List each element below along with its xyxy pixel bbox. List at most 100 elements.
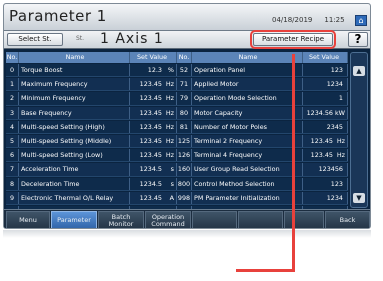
param-value[interactable]: 1234.56 kW [303, 106, 348, 119]
param-value[interactable]: 123.45Hz [130, 135, 177, 148]
hmi-screen: Parameter 1 04/18/2019 11:25 ⌂ Select St.… [3, 3, 371, 229]
table-row[interactable]: 6 Multi-speed Setting (Low) 123.45 Hz [6, 149, 177, 163]
param-value[interactable]: 123.45Hz [130, 149, 177, 162]
param-unit: Hz [336, 137, 345, 145]
table-row[interactable]: 998 PM Parameter Initialization 1234 [177, 191, 348, 205]
param-name: Operation Panel [192, 64, 303, 77]
table-header-right: No. Name Set Value [177, 52, 348, 63]
param-number: 998 [177, 191, 192, 204]
table-row[interactable]: 126 Terminal 4 Frequency 123.45 Hz [177, 149, 348, 163]
date-display: 04/18/2019 [272, 16, 313, 24]
nav-operation-command-button[interactable]: Operation Command [145, 211, 191, 228]
param-name: Base Frequency [19, 106, 130, 119]
param-name: Deceleration Time [19, 177, 130, 190]
station-bar: Select St. St. 1 Axis 1 Parameter Recipe… [4, 30, 370, 49]
param-name: PM Parameter Initialization [192, 191, 303, 204]
param-number: 81 [177, 120, 192, 133]
table-row[interactable]: 800 Control Method Selection 123 [177, 177, 348, 191]
param-value[interactable]: 123 [303, 64, 348, 77]
param-value[interactable]: 123.45Hz [303, 149, 348, 162]
param-name: Applied Motor [192, 78, 303, 91]
param-value[interactable]: 123.45Hz [130, 120, 177, 133]
param-name: Minimum Frequency [19, 92, 130, 105]
device-shadow [3, 230, 371, 238]
param-unit: Hz [165, 151, 174, 160]
nav-menu-button[interactable]: Menu [6, 211, 50, 228]
param-value[interactable]: 1234.5 s [130, 177, 177, 190]
table-row[interactable]: 3 Base Frequency 123.45 Hz [6, 106, 177, 120]
table-row[interactable]: 4 Multi-speed Setting (High) 123.45 Hz [6, 120, 177, 134]
table-row[interactable]: 80 Motor Capacity 1234.56 kW [177, 106, 348, 120]
param-unit: s [170, 165, 174, 174]
nav-parameter-button[interactable]: Parameter [51, 211, 97, 228]
nav-empty-button[interactable] [284, 211, 324, 228]
select-station-button[interactable]: Select St. [7, 33, 63, 46]
param-unit: Hz [165, 94, 174, 103]
table-row[interactable]: 9 Electronic Thermal O/L Relay 123.45 A [6, 191, 177, 205]
table-row[interactable]: 81 Number of Motor Poles 2345 [177, 120, 348, 134]
param-value-text: 12.3 [147, 66, 162, 74]
param-number: 125 [177, 135, 192, 148]
header-set-value: Set Value [303, 52, 348, 63]
home-icon[interactable]: ⌂ [355, 15, 367, 26]
param-name: Multi-speed Setting (High) [19, 120, 130, 133]
param-value[interactable]: 1234.5 s [130, 163, 177, 176]
param-unit: Hz [165, 122, 174, 131]
param-value-text: 123.45 [310, 137, 333, 145]
param-unit: A [169, 193, 174, 202]
nav-batch-monitor-button[interactable]: Batch Monitor [98, 211, 144, 228]
param-unit: s [170, 179, 174, 188]
param-name: Acceleration Time [19, 163, 130, 176]
table-row[interactable]: 1 Maximum Frequency 123.45 Hz [6, 78, 177, 92]
param-value-text: 1234.5 [139, 179, 162, 188]
param-value[interactable]: 1234 [303, 78, 348, 91]
help-button[interactable]: ? [348, 32, 368, 47]
table-row[interactable]: 2 Minimum Frequency 123.45 Hz [6, 92, 177, 106]
parameter-recipe-button[interactable]: Parameter Recipe [250, 30, 336, 49]
table-row[interactable]: 79 Operation Mode Selection 1 [177, 92, 348, 106]
table-row[interactable]: 0 Torque Boost 12.3% [6, 64, 177, 78]
title-bar: Parameter 1 04/18/2019 11:25 ⌂ [4, 4, 370, 31]
param-unit: kW [334, 108, 345, 117]
nav-empty-button[interactable] [192, 211, 237, 228]
table-row[interactable]: 7 Acceleration Time 1234.5 s [6, 163, 177, 177]
param-value[interactable]: 123.45Hz [130, 78, 177, 91]
param-value[interactable]: 123 [303, 177, 348, 190]
param-value[interactable]: 123.45 A [130, 191, 177, 204]
axis-display: 1 Axis 1 [100, 31, 164, 47]
scrollbar[interactable]: ▲ ▼ [350, 52, 368, 208]
param-value[interactable]: 2345 [303, 120, 348, 133]
time-display: 11:25 [324, 16, 345, 24]
param-value[interactable]: 1234 [303, 191, 348, 204]
param-value-text: 1234.5 [139, 165, 162, 174]
param-name: Motor Capacity [192, 106, 303, 119]
table-row[interactable]: 71 Applied Motor 1234 [177, 78, 348, 92]
param-value[interactable]: 1 [303, 92, 348, 105]
param-unit: Hz [165, 137, 174, 145]
param-value[interactable]: 123.45Hz [130, 92, 177, 105]
table-row[interactable]: 160 User Group Read Selection 123456 [177, 163, 348, 177]
header-set-value: Set Value [130, 52, 177, 63]
param-number: 126 [177, 149, 192, 162]
date-time: 04/18/2019 11:25 [272, 16, 345, 24]
param-value[interactable]: 123.45Hz [303, 135, 348, 148]
param-name: Number of Motor Poles [192, 120, 303, 133]
table-row[interactable]: 125 Terminal 2 Frequency 123.45 Hz [177, 135, 348, 149]
scroll-up-icon[interactable]: ▲ [353, 66, 365, 76]
param-value-text: 2345 [326, 122, 343, 131]
table-row[interactable]: 5 Multi-speed Setting (Middle) 123.45 Hz [6, 135, 177, 149]
table-row[interactable]: 8 Deceleration Time 1234.5 s [6, 177, 177, 191]
scroll-down-icon[interactable]: ▼ [353, 193, 365, 203]
nav-back-button[interactable]: Back [325, 211, 370, 228]
param-number: 80 [177, 106, 192, 119]
param-value[interactable]: 123.45Hz [130, 106, 177, 119]
param-value-text: 123.45 [139, 108, 162, 117]
param-name: Maximum Frequency [19, 78, 130, 91]
param-number: 5 [6, 135, 19, 148]
bottom-nav: Menu Parameter Batch Monitor Operation C… [4, 209, 370, 228]
param-value[interactable]: 123456 [303, 163, 348, 176]
param-number: 2 [6, 92, 19, 105]
table-row[interactable]: 52 Operation Panel 123 [177, 64, 348, 78]
nav-empty-button[interactable] [238, 211, 283, 228]
param-value[interactable]: 12.3% [130, 64, 177, 77]
